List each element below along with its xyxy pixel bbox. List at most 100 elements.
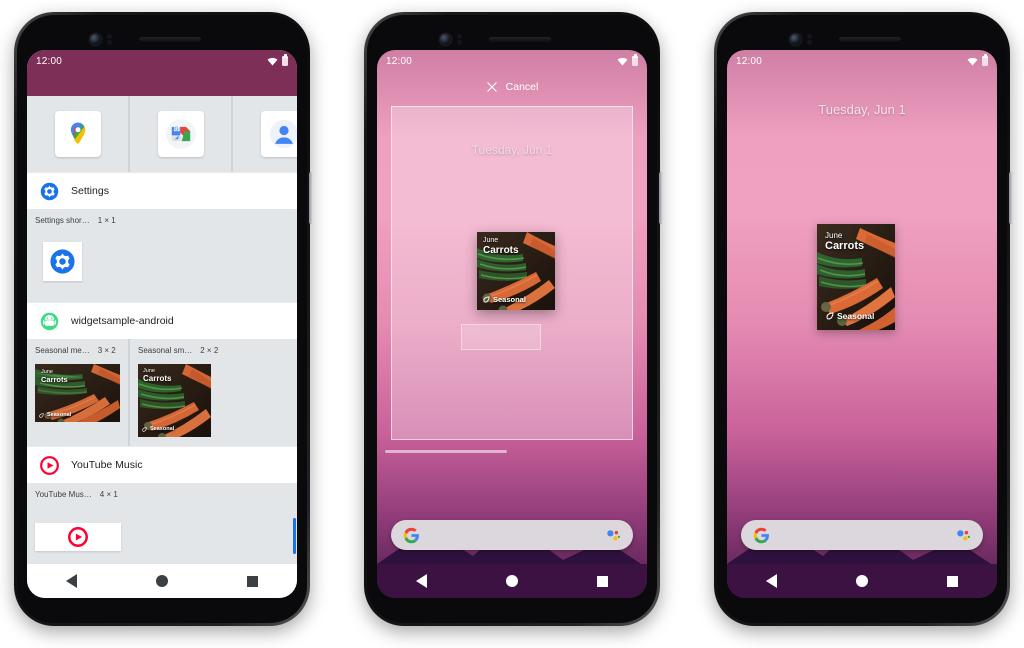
youtube-music-icon xyxy=(40,455,59,475)
battery-icon xyxy=(982,54,988,66)
app-group-header-ytmusic[interactable]: YouTube Music xyxy=(27,446,297,483)
widget-tag: Seasonal xyxy=(826,311,874,321)
page-indicator xyxy=(385,450,507,453)
google-g-icon xyxy=(753,527,769,543)
widget-preview[interactable]: June Carrots Seasonal xyxy=(35,364,120,422)
home-icon[interactable] xyxy=(155,575,168,587)
navigation-bar-1 xyxy=(27,564,297,598)
widget-section-widgetsample: Seasonal me… 3 × 2 June Carrots Seasonal… xyxy=(27,339,297,446)
back-icon[interactable] xyxy=(766,574,778,588)
home-icon[interactable] xyxy=(505,575,518,587)
picker-header-strip: 12:00 xyxy=(27,50,297,96)
power-button[interactable] xyxy=(1009,172,1013,224)
phone-home-screen: 12:00 Tuesday, Jun 1 June Carrots Season… xyxy=(714,12,1013,626)
wifi-icon xyxy=(967,57,978,66)
proximity-sensor-icon xyxy=(457,34,462,45)
contacts-icon xyxy=(269,119,297,149)
phone2-screen: 12:00 Cancel Tuesday, Jun 1 June Carrots… xyxy=(377,50,647,598)
app-cell-contacts[interactable] xyxy=(233,96,297,172)
widget-tag-label: Seasonal xyxy=(150,426,175,432)
google-search-bar[interactable] xyxy=(391,520,633,550)
home-widget-seasonal[interactable]: June Carrots Seasonal xyxy=(817,224,895,330)
app-group-name: Settings xyxy=(71,185,109,197)
widget-month: June xyxy=(483,237,499,244)
status-bar-3: 12:00 xyxy=(727,50,997,72)
widget-card-seasonal-medium[interactable]: Seasonal me… 3 × 2 June Carrots Seasonal xyxy=(27,339,130,446)
widget-title: YouTube Mus… xyxy=(35,490,92,499)
widget-row: Seasonal me… 3 × 2 June Carrots Seasonal… xyxy=(27,339,297,446)
app-tile[interactable] xyxy=(260,111,297,157)
widget-card-ytmusic[interactable]: YouTube Mus… 4 × 1 xyxy=(27,483,297,558)
svg-text:G: G xyxy=(174,126,179,132)
widget-caption: June Carrots xyxy=(477,232,525,262)
power-button[interactable] xyxy=(309,172,313,224)
google-g-icon xyxy=(403,527,419,543)
widget-caption: June Carrots xyxy=(35,364,74,389)
back-icon[interactable] xyxy=(416,574,428,588)
app-group-header-widgetsample[interactable]: widgetsample-android xyxy=(27,302,297,339)
cancel-bar[interactable]: Cancel xyxy=(377,74,647,100)
widget-card-seasonal-small[interactable]: Seasonal sm… 2 × 2 June Carrots Seasonal xyxy=(130,339,233,446)
android-bugdroid-icon xyxy=(40,312,59,330)
app-group-name: widgetsample-android xyxy=(71,315,174,327)
google-assistant-icon[interactable] xyxy=(604,527,621,544)
widget-produce: Carrots xyxy=(143,374,172,384)
dragged-widget[interactable]: June Carrots Seasonal xyxy=(477,232,555,310)
widget-produce: Carrots xyxy=(41,375,68,385)
navigation-bar-3 xyxy=(727,564,997,598)
widget-tag-label: Seasonal xyxy=(837,311,875,321)
app-cell-maps[interactable] xyxy=(27,96,130,172)
app-tile[interactable] xyxy=(54,111,101,157)
proximity-sensor-icon xyxy=(807,34,812,45)
front-camera-icon xyxy=(790,34,801,45)
back-icon[interactable] xyxy=(66,574,78,588)
widget-tag: Seasonal xyxy=(142,426,174,432)
cancel-label: Cancel xyxy=(505,81,539,93)
widget-card-settings-shortcut[interactable]: Settings shor… 1 × 1 xyxy=(27,209,131,302)
vertical-scrollbar[interactable] xyxy=(293,518,296,554)
power-button[interactable] xyxy=(659,172,663,224)
widget-size: 3 × 2 xyxy=(97,346,116,355)
navigation-bar-2 xyxy=(377,564,647,598)
widget-size: 1 × 1 xyxy=(97,216,116,225)
app-tile[interactable]: G xyxy=(157,111,204,157)
status-clock: 12:00 xyxy=(386,55,413,67)
recents-icon[interactable] xyxy=(596,575,608,587)
app-shortcut-row: G xyxy=(27,96,297,172)
widget-title: Settings shor… xyxy=(35,216,90,225)
battery-icon xyxy=(632,54,638,66)
widget-section-ytmusic: YouTube Mus… 4 × 1 xyxy=(27,483,297,569)
home-icon[interactable] xyxy=(855,575,868,587)
leaf-icon xyxy=(826,312,834,320)
widget-label-line: Seasonal me… 3 × 2 xyxy=(35,346,120,355)
google-search-bar[interactable] xyxy=(741,520,983,550)
widget-preview[interactable]: June Carrots Seasonal xyxy=(138,364,225,437)
recents-icon[interactable] xyxy=(946,575,958,587)
google-assistant-icon[interactable] xyxy=(954,527,971,544)
home-date-label: Tuesday, Jun 1 xyxy=(818,102,906,117)
app-group-header-settings[interactable]: Settings xyxy=(27,172,297,209)
widget-tag: Seasonal xyxy=(39,412,71,418)
widget-section-settings: Settings shor… 1 × 1 xyxy=(27,209,297,302)
status-clock: 12:00 xyxy=(736,55,763,67)
ytmusic-widget-preview[interactable] xyxy=(35,523,121,551)
wifi-icon xyxy=(267,57,278,66)
phone1-screen: 12:00 G Settings Settings shor… 1 × 1 wi… xyxy=(27,50,297,598)
widget-picker-panel: 12:00 G Settings Settings shor… 1 × 1 wi… xyxy=(27,50,297,598)
youtube-music-icon xyxy=(68,527,88,547)
widget-title: Seasonal me… xyxy=(35,346,90,355)
front-camera-icon xyxy=(440,34,451,45)
widget-label-line: Settings shor… 1 × 1 xyxy=(35,216,123,225)
widget-tag: Seasonal xyxy=(483,295,526,304)
widget-month: June xyxy=(825,231,843,240)
recents-icon[interactable] xyxy=(246,575,258,587)
proximity-sensor-icon xyxy=(107,34,112,45)
app-group-name: YouTube Music xyxy=(71,459,143,471)
status-icons xyxy=(617,54,638,66)
widget-preview[interactable] xyxy=(35,234,123,293)
close-icon[interactable] xyxy=(486,81,498,93)
status-icons xyxy=(267,54,288,66)
widget-preview[interactable] xyxy=(35,523,289,551)
app-cell-maps-go[interactable]: G xyxy=(130,96,233,172)
widget-label-line: Seasonal sm… 2 × 2 xyxy=(138,346,225,355)
